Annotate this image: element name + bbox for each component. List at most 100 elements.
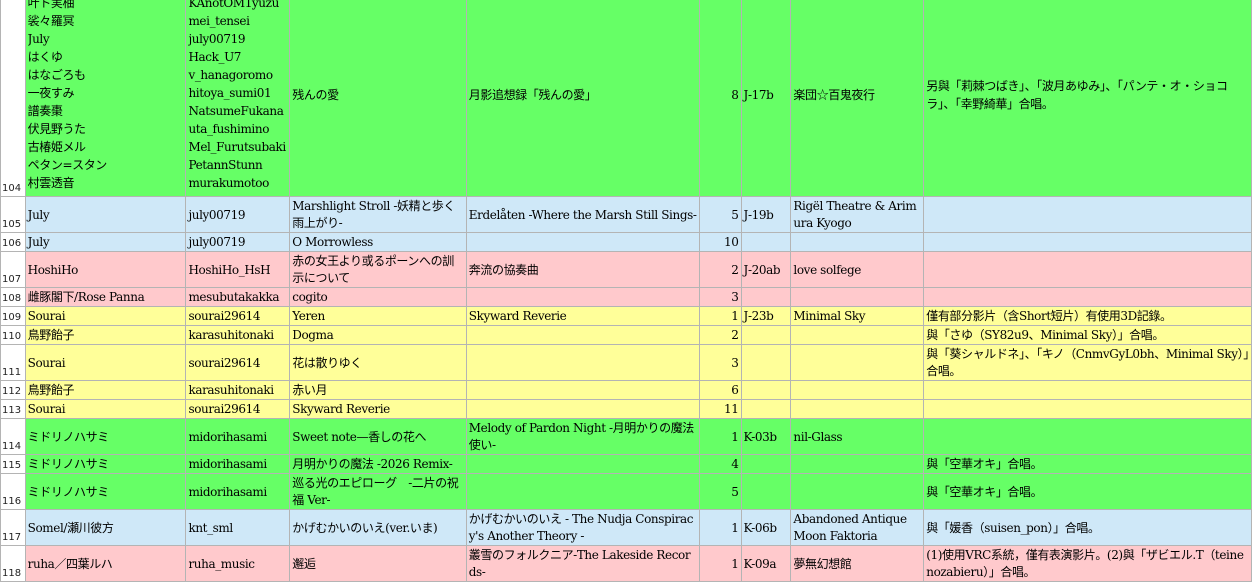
song-cell[interactable]: Skyward Reverie bbox=[289, 399, 467, 419]
circle-cell[interactable] bbox=[790, 380, 925, 400]
author-cell[interactable]: Sourai bbox=[24, 344, 187, 381]
row-header[interactable]: 112 bbox=[0, 380, 26, 400]
id-cell[interactable]: july00719 bbox=[185, 232, 291, 252]
circle-cell[interactable]: Abandoned Antique Moon Faktoria bbox=[790, 509, 925, 546]
author-cell[interactable]: 鳥野飴子 bbox=[24, 325, 187, 345]
song-cell[interactable]: かげむかいのいえ(ver.いま) bbox=[289, 509, 467, 546]
id-cell[interactable]: knt_sml bbox=[185, 509, 291, 546]
album-cell[interactable] bbox=[465, 287, 700, 307]
album-cell[interactable] bbox=[465, 473, 700, 510]
author-cell[interactable]: ruha／四葉ルハ bbox=[24, 545, 187, 582]
row-header[interactable]: 115 bbox=[0, 454, 26, 474]
author-cell[interactable]: 鳥野飴子 bbox=[24, 380, 187, 400]
row-header[interactable]: 104 bbox=[0, 0, 26, 197]
author-list-cell[interactable]: 叶ト実柚 裟々羅冥 July はくゆ はなごろも 一夜すみ 譜奏棗 伏見野うた … bbox=[24, 0, 187, 197]
note-cell[interactable] bbox=[923, 196, 1252, 233]
row-header[interactable]: 118 bbox=[0, 545, 26, 582]
album-cell[interactable]: 月影追想録「残んの愛」 bbox=[465, 0, 700, 197]
album-cell[interactable]: Skyward Reverie bbox=[465, 306, 700, 326]
count-cell[interactable]: 2 bbox=[698, 251, 742, 288]
author-cell[interactable]: July bbox=[24, 196, 187, 233]
table-row[interactable]: 114 ミドリノハサミ midorihasami Sweet note—香しの花… bbox=[0, 418, 1252, 455]
circle-cell[interactable] bbox=[790, 399, 925, 419]
table-row[interactable]: 112 鳥野飴子 karasuhitonaki 赤い月 6 bbox=[0, 380, 1252, 400]
circle-cell[interactable] bbox=[790, 325, 925, 345]
table-row[interactable]: 109 Sourai sourai29614 Yeren Skyward Rev… bbox=[0, 306, 1252, 326]
booth-cell[interactable] bbox=[740, 325, 792, 345]
count-cell[interactable]: 3 bbox=[698, 287, 742, 307]
circle-cell[interactable]: Minimal Sky bbox=[790, 306, 925, 326]
circle-cell[interactable]: Rigël Theatre & Arimura Kyogo bbox=[790, 196, 925, 233]
album-cell[interactable] bbox=[465, 454, 700, 474]
id-cell[interactable]: july00719 bbox=[185, 196, 291, 233]
note-cell[interactable] bbox=[923, 232, 1252, 252]
row-header[interactable]: 113 bbox=[0, 399, 26, 419]
booth-cell[interactable]: J-20ab bbox=[740, 251, 792, 288]
song-cell[interactable]: cogito bbox=[289, 287, 467, 307]
note-cell[interactable]: 與「媛香（suisen_pon）」合唱。 bbox=[923, 509, 1252, 546]
song-cell[interactable]: 残んの愛 bbox=[289, 0, 467, 197]
album-cell[interactable]: Melody of Pardon Night -月明かりの魔法使い- bbox=[465, 418, 700, 455]
author-cell[interactable]: HoshiHo bbox=[24, 251, 187, 288]
song-cell[interactable]: 赤い月 bbox=[289, 380, 467, 400]
circle-cell[interactable] bbox=[790, 232, 925, 252]
album-cell[interactable]: 奔流の協奏曲 bbox=[465, 251, 700, 288]
note-cell[interactable]: 與「さゆ（SY82u9、Minimal Sky）」合唱。 bbox=[923, 325, 1252, 345]
count-cell[interactable]: 1 bbox=[698, 306, 742, 326]
id-cell[interactable]: sourai29614 bbox=[185, 306, 291, 326]
table-row[interactable]: 105 July july00719 Marshlight Stroll -妖精… bbox=[0, 196, 1252, 233]
booth-cell[interactable] bbox=[740, 287, 792, 307]
count-cell[interactable]: 11 bbox=[698, 399, 742, 419]
count-cell[interactable]: 2 bbox=[698, 325, 742, 345]
id-cell[interactable]: ruha_music bbox=[185, 545, 291, 582]
song-cell[interactable]: 花は散りゆく bbox=[289, 344, 467, 381]
song-cell[interactable]: 巡る光のエピローグ -二片の祝福 Ver- bbox=[289, 473, 467, 510]
note-cell[interactable] bbox=[923, 287, 1252, 307]
row-header[interactable]: 111 bbox=[0, 344, 26, 381]
song-cell[interactable]: 月明かりの魔法 -2026 Remix- bbox=[289, 454, 467, 474]
note-cell[interactable]: 與「葵シャルドネ」、「キノ（CnmvGyL0bh、Minimal Sky）」合唱… bbox=[923, 344, 1252, 381]
note-cell[interactable]: (1)使用VRC系統，僅有表演影片。(2)與「ザビエル.T（teinenozab… bbox=[923, 545, 1252, 582]
note-cell[interactable] bbox=[923, 418, 1252, 455]
table-row[interactable]: 113 Sourai sourai29614 Skyward Reverie 1… bbox=[0, 399, 1252, 419]
id-cell[interactable]: midorihasami bbox=[185, 418, 291, 455]
row-header[interactable]: 105 bbox=[0, 196, 26, 233]
circle-cell[interactable]: nil-Glass bbox=[790, 418, 925, 455]
author-cell[interactable]: 雌豚閣下/Rose Panna bbox=[24, 287, 187, 307]
circle-cell[interactable]: love solfege bbox=[790, 251, 925, 288]
circle-cell[interactable] bbox=[790, 454, 925, 474]
song-cell[interactable]: Marshlight Stroll -妖精と歩く雨上がり- bbox=[289, 196, 467, 233]
author-cell[interactable]: Sourai bbox=[24, 399, 187, 419]
booth-cell[interactable]: J-19b bbox=[740, 196, 792, 233]
count-cell[interactable]: 5 bbox=[698, 473, 742, 510]
album-cell[interactable]: かげむかいのいえ - The Nudja Conspiracy's Anothe… bbox=[465, 509, 700, 546]
author-cell[interactable]: Sourai bbox=[24, 306, 187, 326]
count-cell[interactable]: 3 bbox=[698, 344, 742, 381]
note-cell[interactable]: 僅有部分影片（含Short短片）有使用3D記錄。 bbox=[923, 306, 1252, 326]
count-cell[interactable]: 8 bbox=[698, 0, 742, 197]
booth-cell[interactable] bbox=[740, 232, 792, 252]
song-cell[interactable]: Yeren bbox=[289, 306, 467, 326]
table-row[interactable]: 107 HoshiHo HoshiHo_HsH 赤の女王より或るポーンへの訓示に… bbox=[0, 251, 1252, 288]
booth-cell[interactable] bbox=[740, 380, 792, 400]
booth-cell[interactable]: K-03b bbox=[740, 418, 792, 455]
id-cell[interactable]: midorihasami bbox=[185, 454, 291, 474]
song-cell[interactable]: 赤の女王より或るポーンへの訓示について bbox=[289, 251, 467, 288]
author-cell[interactable]: ミドリノハサミ bbox=[24, 454, 187, 474]
circle-cell[interactable]: 楽団☆百鬼夜行 bbox=[790, 0, 925, 197]
row-header[interactable]: 107 bbox=[0, 251, 26, 288]
row-header[interactable]: 110 bbox=[0, 325, 26, 345]
booth-cell[interactable] bbox=[740, 454, 792, 474]
circle-cell[interactable] bbox=[790, 344, 925, 381]
table-row[interactable]: 115 ミドリノハサミ midorihasami 月明かりの魔法 -2026 R… bbox=[0, 454, 1252, 474]
count-cell[interactable]: 1 bbox=[698, 545, 742, 582]
song-cell[interactable]: Sweet note—香しの花へ bbox=[289, 418, 467, 455]
id-cell[interactable]: HoshiHo_HsH bbox=[185, 251, 291, 288]
count-cell[interactable]: 10 bbox=[698, 232, 742, 252]
album-cell[interactable] bbox=[465, 344, 700, 381]
note-cell[interactable] bbox=[923, 380, 1252, 400]
note-cell[interactable]: 與「空華オキ」合唱。 bbox=[923, 473, 1252, 510]
table-row[interactable]: 111 Sourai sourai29614 花は散りゆく 3 與「葵シャルドネ… bbox=[0, 344, 1252, 381]
row-header[interactable]: 114 bbox=[0, 418, 26, 455]
album-cell[interactable]: 叢雪のフォルクニア-The Lakeside Records- bbox=[465, 545, 700, 582]
